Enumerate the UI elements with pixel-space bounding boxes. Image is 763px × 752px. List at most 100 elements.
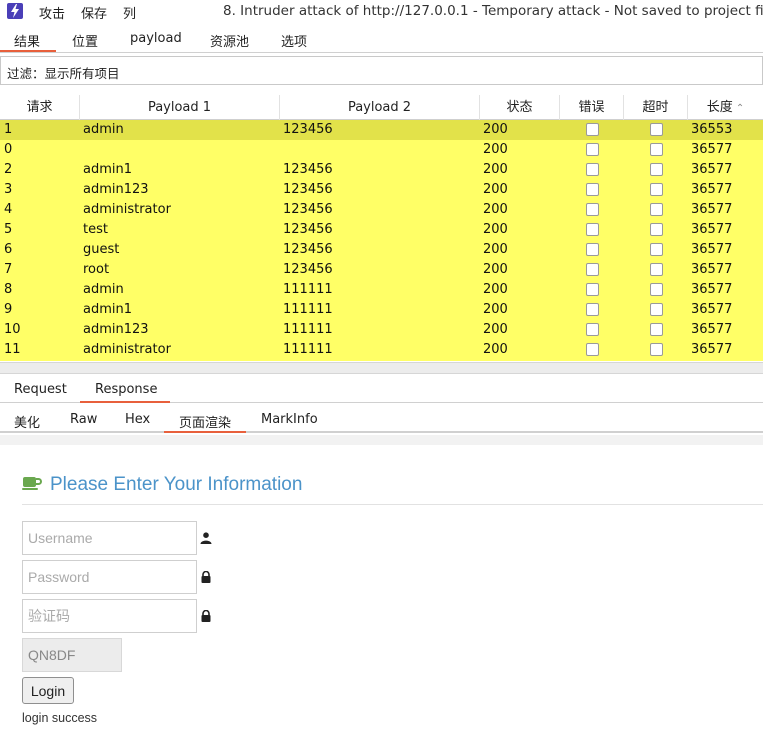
table-row[interactable]: 3 admin123 123456 200 36577 bbox=[0, 180, 763, 200]
filter-text: 过滤：显示所有项目 bbox=[7, 66, 120, 81]
table-row[interactable]: 5 test 123456 200 36577 bbox=[0, 220, 763, 240]
cell-length: 36577 bbox=[691, 162, 733, 177]
tab-options[interactable]: 选项 bbox=[281, 31, 307, 50]
login-button[interactable]: Login bbox=[22, 677, 74, 704]
render-top-strip bbox=[0, 435, 763, 445]
window-title: 8. Intruder attack of http://127.0.0.1 -… bbox=[223, 3, 763, 19]
cell-request: 6 bbox=[4, 242, 13, 257]
cell-payload1: admin bbox=[83, 282, 124, 297]
chevron-up-icon: ⌃ bbox=[735, 103, 745, 114]
tab-request[interactable]: Request bbox=[14, 382, 67, 397]
active-tab-indicator bbox=[80, 401, 170, 403]
table-row[interactable]: 11 administrator 111111 200 36577 bbox=[0, 340, 763, 360]
cell-request: 9 bbox=[4, 302, 13, 317]
tab-render[interactable]: 页面渲染 bbox=[179, 412, 231, 431]
column-header-payload2[interactable]: Payload 2 bbox=[280, 95, 480, 120]
cell-payload2: 111111 bbox=[283, 322, 333, 337]
login-status-text: login success bbox=[22, 711, 98, 725]
cell-request: 3 bbox=[4, 182, 13, 197]
timeout-checkbox bbox=[650, 223, 663, 236]
cell-status: 200 bbox=[483, 322, 508, 337]
username-input[interactable] bbox=[22, 521, 197, 555]
cell-status: 200 bbox=[483, 282, 508, 297]
tab-positions[interactable]: 位置 bbox=[72, 31, 98, 50]
tab-pretty[interactable]: 美化 bbox=[14, 412, 40, 431]
cell-status: 200 bbox=[483, 202, 508, 217]
cell-payload2: 123456 bbox=[283, 122, 333, 137]
timeout-checkbox bbox=[650, 263, 663, 276]
column-header-status[interactable]: 状态 bbox=[480, 95, 560, 120]
menu-bar: 攻击 保存 列 8. Intruder attack of http://127… bbox=[0, 0, 763, 24]
menu-columns[interactable]: 列 bbox=[123, 3, 136, 22]
timeout-checkbox bbox=[650, 243, 663, 256]
tab-resource-pool[interactable]: 资源池 bbox=[210, 31, 249, 50]
lightning-icon bbox=[7, 3, 23, 19]
menu-attack[interactable]: 攻击 bbox=[39, 3, 65, 22]
table-row[interactable]: 10 admin123 111111 200 36577 bbox=[0, 320, 763, 340]
table-row[interactable]: 6 guest 123456 200 36577 bbox=[0, 240, 763, 260]
cell-payload1: root bbox=[83, 262, 110, 277]
tab-response[interactable]: Response bbox=[95, 382, 157, 397]
active-tab-indicator bbox=[0, 50, 56, 52]
results-table: 请求 Payload 1 Payload 2 状态 错误 超时 长度 ⌃ 1 adm… bbox=[0, 95, 763, 361]
cell-length: 36577 bbox=[691, 242, 733, 257]
column-header-payload1[interactable]: Payload 1 bbox=[80, 95, 280, 120]
cell-status: 200 bbox=[483, 242, 508, 257]
tab-payload[interactable]: payload bbox=[130, 31, 182, 46]
table-row[interactable]: 4 administrator 123456 200 36577 bbox=[0, 200, 763, 220]
cell-payload1: admin1 bbox=[83, 162, 133, 177]
column-header-timeout[interactable]: 超时 bbox=[624, 95, 688, 120]
menu-save[interactable]: 保存 bbox=[81, 3, 107, 22]
cell-length: 36577 bbox=[691, 342, 733, 357]
timeout-checkbox bbox=[650, 203, 663, 216]
table-header: 请求 Payload 1 Payload 2 状态 错误 超时 长度 ⌃ bbox=[0, 95, 763, 120]
cell-request: 7 bbox=[4, 262, 13, 277]
error-checkbox bbox=[586, 223, 599, 236]
cell-status: 200 bbox=[483, 262, 508, 277]
cell-payload1: test bbox=[83, 222, 108, 237]
column-header-error[interactable]: 错误 bbox=[560, 95, 624, 120]
timeout-checkbox bbox=[650, 323, 663, 336]
column-header-request[interactable]: 请求 bbox=[0, 95, 80, 120]
cell-status: 200 bbox=[483, 162, 508, 177]
cell-payload2: 111111 bbox=[283, 282, 333, 297]
error-checkbox bbox=[586, 343, 599, 356]
request-response-tabs: Request Response bbox=[0, 377, 763, 403]
error-checkbox bbox=[586, 203, 599, 216]
cell-payload2: 123456 bbox=[283, 262, 333, 277]
timeout-checkbox bbox=[650, 123, 663, 136]
table-row[interactable]: 8 admin 111111 200 36577 bbox=[0, 280, 763, 300]
tab-raw[interactable]: Raw bbox=[70, 412, 97, 427]
cell-status: 200 bbox=[483, 122, 508, 137]
tab-markinfo[interactable]: MarkInfo bbox=[261, 412, 318, 427]
captcha-input[interactable] bbox=[22, 599, 197, 633]
cell-length: 36577 bbox=[691, 202, 733, 217]
cell-length: 36577 bbox=[691, 302, 733, 317]
password-input[interactable] bbox=[22, 560, 197, 594]
cell-request: 0 bbox=[4, 142, 13, 157]
cell-payload2: 123456 bbox=[283, 202, 333, 217]
cell-length: 36577 bbox=[691, 282, 733, 297]
cell-request: 2 bbox=[4, 162, 13, 177]
table-row[interactable]: 9 admin1 111111 200 36577 bbox=[0, 300, 763, 320]
error-checkbox bbox=[586, 163, 599, 176]
table-row[interactable]: 7 root 123456 200 36577 bbox=[0, 260, 763, 280]
lock-icon bbox=[201, 571, 211, 583]
cell-status: 200 bbox=[483, 302, 508, 317]
column-header-length[interactable]: 长度 ⌃ bbox=[688, 95, 763, 120]
table-row[interactable]: 2 admin1 123456 200 36577 bbox=[0, 160, 763, 180]
timeout-checkbox bbox=[650, 343, 663, 356]
filter-bar[interactable]: 过滤：显示所有项目 bbox=[0, 56, 763, 85]
captcha-image[interactable]: QN8DF bbox=[22, 638, 122, 672]
timeout-checkbox bbox=[650, 183, 663, 196]
split-pane-divider[interactable] bbox=[0, 362, 763, 374]
tab-hex[interactable]: Hex bbox=[125, 412, 150, 427]
error-checkbox bbox=[586, 123, 599, 136]
cell-payload2: 111111 bbox=[283, 302, 333, 317]
tab-results[interactable]: 结果 bbox=[14, 31, 40, 50]
divider bbox=[22, 504, 763, 505]
error-checkbox bbox=[586, 243, 599, 256]
cell-length: 36577 bbox=[691, 182, 733, 197]
table-row[interactable]: 1 admin 123456 200 36553 bbox=[0, 120, 763, 140]
table-row[interactable]: 0 200 36577 bbox=[0, 140, 763, 160]
